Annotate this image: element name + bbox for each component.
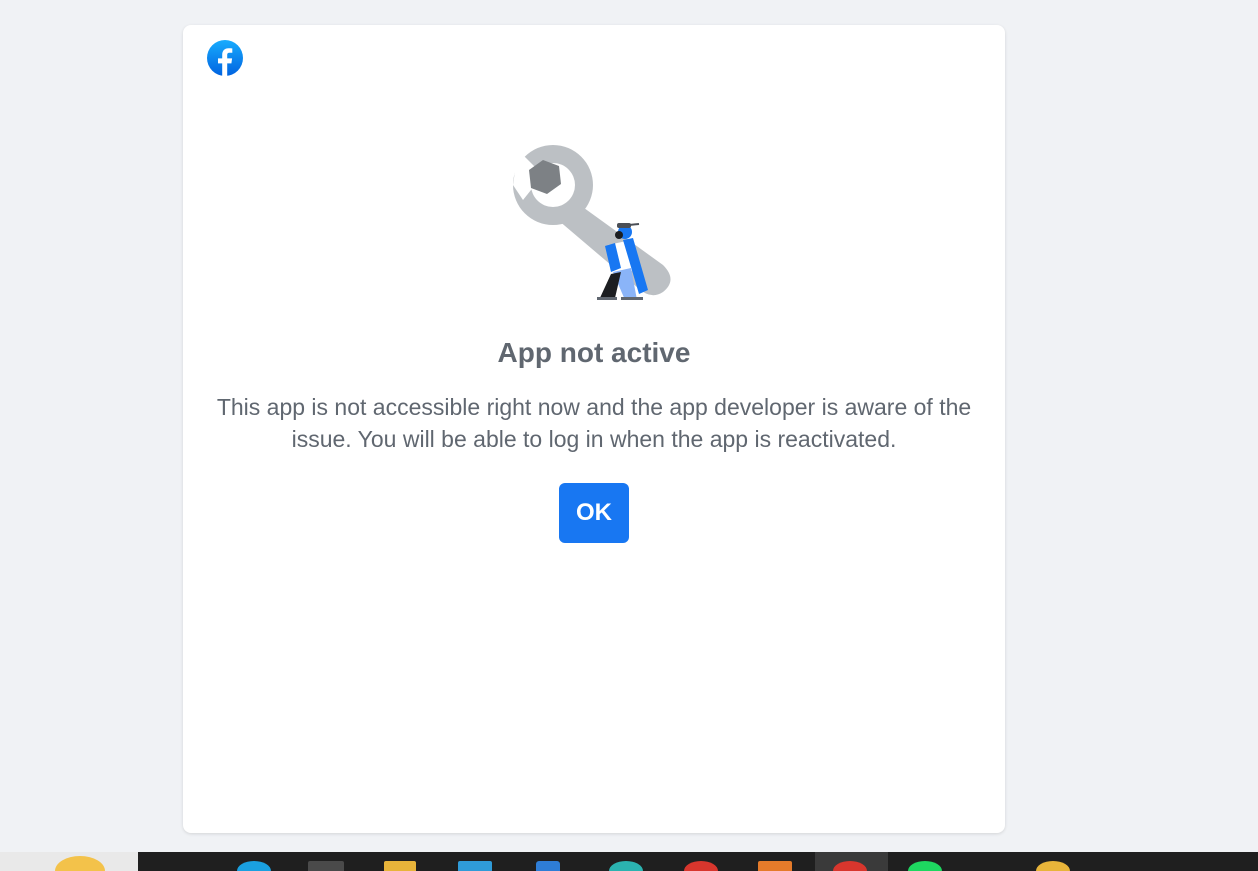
app-icon[interactable] — [758, 861, 792, 871]
app-icon[interactable] — [536, 861, 560, 871]
app-icon[interactable] — [609, 861, 643, 871]
app-icon[interactable] — [684, 861, 718, 871]
app-icon[interactable] — [908, 861, 942, 871]
dialog-title: App not active — [497, 337, 691, 368]
facebook-logo-icon — [207, 40, 243, 76]
app-not-active-dialog: App not active This app is not accessibl… — [183, 25, 1005, 833]
app-icon[interactable] — [55, 856, 105, 871]
wrench-worker-illustration — [513, 145, 671, 300]
page: App not active This app is not accessibl… — [0, 0, 1258, 871]
dialog-message: This app is not accessible right now and… — [216, 394, 972, 452]
taskbar-tray-left — [0, 852, 138, 871]
app-icon[interactable] — [237, 861, 271, 871]
app-icon[interactable] — [1036, 861, 1070, 871]
taskbar — [0, 852, 1258, 871]
app-icon[interactable] — [308, 861, 344, 871]
folder-icon[interactable] — [384, 861, 416, 871]
app-icon[interactable] — [458, 861, 492, 871]
ok-button[interactable]: OK — [559, 483, 629, 543]
